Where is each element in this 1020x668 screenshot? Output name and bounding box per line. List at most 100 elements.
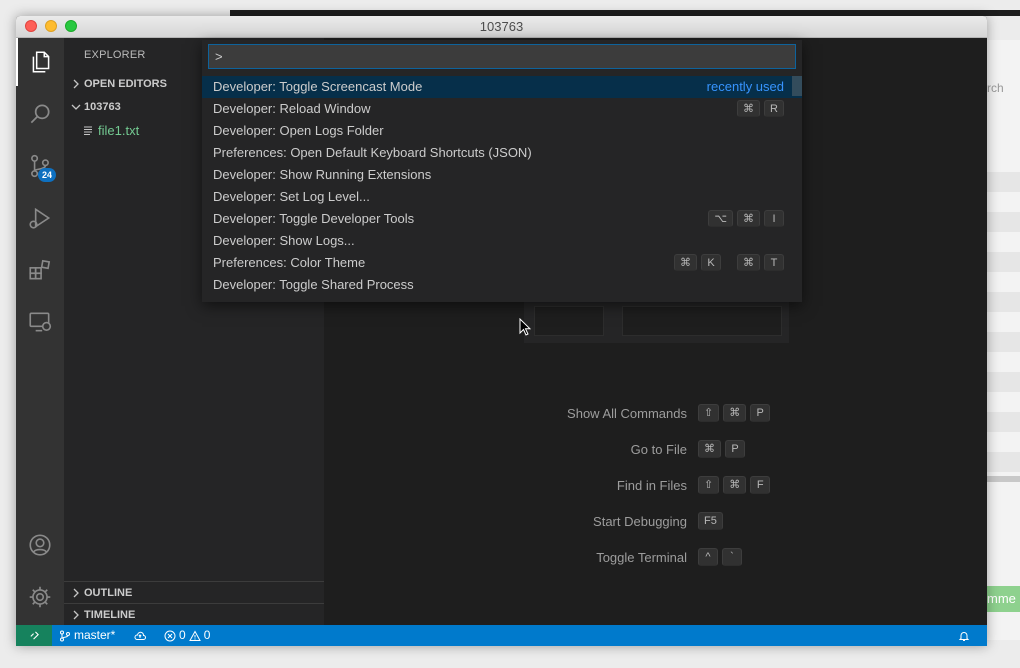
bell-icon [958,631,970,641]
command-item[interactable]: Developer: Reload Window ⌘ R [202,98,802,120]
shortcut-label: Go to File [630,442,687,457]
command-label: Developer: Toggle Shared Process [213,277,414,292]
remote-explorer-icon [29,312,52,332]
shortcut-label: Find in Files [616,478,687,493]
remote-icon [29,631,39,640]
close-window-button[interactable] [25,20,37,32]
activity-remote-explorer[interactable] [16,298,64,346]
cloud-upload-icon [134,631,146,640]
key-cap: ⌘ [737,254,760,271]
warning-count: 0 [203,628,211,642]
key-cap: ⌘ [737,100,760,117]
shortcut-label: Show All Commands [567,406,687,421]
shortcut-find-in-files: Find in Files ⇧ ⌘ F [324,476,987,498]
maximize-window-button[interactable] [65,20,77,32]
remote-indicator[interactable] [16,625,52,646]
command-item[interactable]: Developer: Show Logs... [202,230,802,252]
shortcut-toggle-terminal: Toggle Terminal ^ ` [324,548,987,570]
run-debug-icon [29,207,51,229]
command-label: Developer: Open Logs Folder [213,123,384,138]
command-item[interactable]: Preferences: Open Default Keyboard Short… [202,142,802,164]
key-cap: ⇧ [698,404,720,422]
command-palette: > Developer: Toggle Screencast Mode rece… [202,40,802,302]
key-cap: ⌘ [698,440,721,458]
file-item[interactable]: file1.txt [82,120,139,142]
open-editors-label: OPEN EDITORS [84,78,167,90]
command-item[interactable]: Developer: Toggle Screencast Mode recent… [202,76,802,98]
outline-section[interactable]: OUTLINE [64,582,324,604]
command-item[interactable]: Developer: Toggle Shared Process [202,274,802,296]
command-palette-scrollbar[interactable] [792,76,802,96]
command-label: Preferences: Color Theme [213,255,366,270]
key-cap: P [725,440,745,458]
chevron-down-icon [71,104,81,110]
recently-used-tag: recently used [706,79,784,94]
mouse-cursor-icon [519,318,531,336]
command-label: Developer: Toggle Screencast Mode [213,79,423,94]
command-item[interactable]: Developer: Show Running Extensions [202,164,802,186]
sync-button[interactable] [134,625,146,646]
shortcut-label: Start Debugging [593,514,687,529]
command-item[interactable]: Preferences: Color Theme ⌘ K ⌘ T [202,252,802,274]
key-cap: ⌥ [708,210,733,227]
shortcut-label: Toggle Terminal [596,550,687,565]
branch-name: master* [74,628,116,642]
shortcut-go-to-file: Go to File ⌘ P [324,440,987,462]
key-cap: P [750,404,771,422]
watermark-logo-part [534,306,604,336]
gear-icon [29,586,51,608]
activity-source-control[interactable]: 24 [16,142,64,190]
file-lines-icon [84,126,92,135]
key-cap: ⌘ [674,254,697,271]
key-cap: ⌘ [723,404,747,422]
activity-accounts[interactable] [16,521,64,569]
outline-label: OUTLINE [84,587,133,599]
activity-search[interactable] [16,90,64,138]
file-name: file1.txt [98,123,140,138]
key-cap: F [750,476,771,494]
watermark-logo-part [622,306,782,336]
branch-indicator[interactable]: master* [59,625,115,646]
window-title: 103763 [479,19,524,34]
command-palette-input[interactable]: > [208,44,796,69]
key-cap: I [764,210,784,227]
activity-extensions[interactable] [16,246,64,294]
key-cap: ^ [698,548,718,566]
source-control-badge: 24 [38,168,56,182]
command-label: Developer: Toggle Developer Tools [213,211,415,226]
files-icon [32,51,50,73]
folder-label: 103763 [84,101,121,113]
background-green-button[interactable]: mme [987,586,1020,612]
command-label: Preferences: Open Default Keyboard Short… [213,145,532,160]
background-app-panel [987,40,1020,640]
extensions-icon [29,259,51,280]
key-cap: K [701,254,721,271]
title-bar: 103763 [16,16,987,38]
command-label: Developer: Set Log Level... [213,189,370,204]
command-label: Developer: Show Logs... [213,233,355,248]
background-scrollbar [987,476,1020,482]
sidebar-title: EXPLORER [84,49,146,61]
error-icon [164,630,176,641]
minimize-window-button[interactable] [45,20,57,32]
command-label: Developer: Reload Window [213,101,371,116]
command-palette-list: Developer: Toggle Screencast Mode recent… [202,76,802,296]
background-search-fragment: rch [987,81,1004,95]
activity-explorer[interactable] [16,38,64,86]
problems-indicator[interactable]: 0 0 [164,625,210,646]
chevron-right-icon [73,79,79,89]
timeline-section[interactable]: TIMELINE [64,604,324,626]
activity-run-debug[interactable] [16,194,64,242]
chevron-right-icon [73,610,79,620]
key-cap: ⌘ [737,210,760,227]
activity-manage[interactable] [16,573,64,621]
status-bar: master* 0 0 [16,625,987,646]
warning-icon [188,629,201,641]
key-cap: T [764,254,784,271]
activity-bar: 24 [16,38,64,625]
search-icon [30,104,50,124]
notifications-button[interactable] [958,625,970,646]
command-item[interactable]: Developer: Set Log Level... [202,186,802,208]
command-item[interactable]: Developer: Toggle Developer Tools ⌥ ⌘ I [202,208,802,230]
command-item[interactable]: Developer: Open Logs Folder [202,120,802,142]
